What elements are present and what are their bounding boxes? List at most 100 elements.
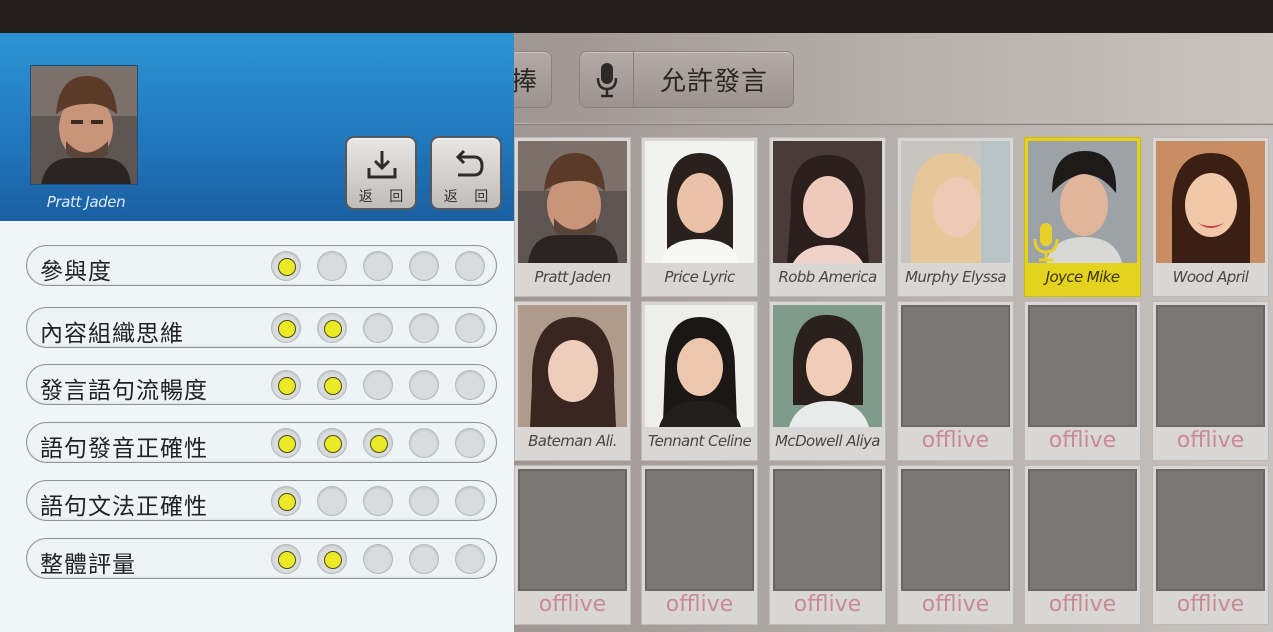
student-name: Bateman Ali. (528, 432, 617, 450)
empty-photo-slot (1156, 305, 1265, 427)
offline-status-label: offlive (921, 592, 990, 617)
rating-dot[interactable] (317, 251, 347, 281)
rating-row: 語句發音正確性 (26, 422, 497, 463)
rating-dot[interactable] (363, 251, 393, 281)
partial-toolbar-label: 捧 (511, 67, 538, 97)
rating-label: 語句文法正確性 (40, 494, 208, 520)
empty-photo-slot (518, 469, 627, 591)
rating-dot[interactable] (363, 428, 393, 458)
evaluation-panel: Pratt Jaden 返 回 返 回 參與度內容組織思維發言語句流暢度語句發音… (0, 33, 514, 632)
offline-status-label: offlive (1048, 428, 1117, 453)
rating-dot[interactable] (317, 544, 347, 574)
rating-dot[interactable] (363, 313, 393, 343)
rating-dot[interactable] (409, 313, 439, 343)
student-tile[interactable]: Pratt Jaden (514, 137, 631, 297)
microphone-icon (580, 52, 634, 107)
student-tile[interactable]: Price Lyric (641, 137, 758, 297)
rating-dot[interactable] (409, 370, 439, 400)
save-button-label: 返 回 (358, 189, 410, 205)
rating-dot[interactable] (271, 251, 301, 281)
student-name: Pratt Jaden (534, 268, 611, 286)
stage-divider (514, 123, 1273, 125)
rating-dots (271, 370, 485, 400)
student-name: Wood April (1172, 268, 1249, 286)
rating-dot[interactable] (363, 370, 393, 400)
student-tile[interactable]: Bateman Ali. (514, 301, 631, 461)
rating-dot[interactable] (455, 486, 485, 516)
student-tile[interactable]: Robb America (769, 137, 886, 297)
student-photo (518, 141, 627, 263)
empty-photo-slot (901, 469, 1010, 591)
student-tile-offline[interactable]: offlive (897, 301, 1014, 461)
rating-label: 語句發音正確性 (40, 436, 208, 462)
student-tile[interactable]: Murphy Elyssa (897, 137, 1014, 297)
offline-status-label: offlive (665, 592, 734, 617)
rating-dot[interactable] (409, 486, 439, 516)
rating-dot[interactable] (363, 486, 393, 516)
student-photo (901, 141, 1010, 263)
rating-dot[interactable] (271, 544, 301, 574)
rating-dot[interactable] (271, 486, 301, 516)
rating-dots (271, 486, 485, 516)
student-tile-offline[interactable]: offlive (514, 465, 631, 625)
student-tile-offline[interactable]: offlive (1024, 465, 1141, 625)
rating-dot[interactable] (455, 544, 485, 574)
panel-header: Pratt Jaden 返 回 返 回 (0, 33, 514, 221)
student-tile[interactable]: Wood April (1152, 137, 1269, 297)
offline-status-label: offlive (538, 592, 607, 617)
student-photo (773, 305, 882, 427)
selected-student-avatar (30, 65, 138, 185)
rating-dot[interactable] (317, 486, 347, 516)
student-name: Price Lyric (664, 268, 735, 286)
rating-row: 整體評量 (26, 538, 497, 579)
student-name: Robb America (778, 268, 877, 286)
empty-photo-slot (1028, 305, 1137, 427)
save-button[interactable]: 返 回 (345, 136, 417, 210)
rating-dot[interactable] (455, 251, 485, 281)
rating-dot[interactable] (409, 251, 439, 281)
student-name: Murphy Elyssa (905, 268, 1006, 286)
back-button[interactable]: 返 回 (430, 136, 502, 210)
student-name: McDowell Aliya (775, 432, 880, 450)
rating-dot[interactable] (409, 544, 439, 574)
allow-speak-button[interactable]: 允許發言 (579, 51, 794, 108)
rating-dot[interactable] (271, 313, 301, 343)
student-tile-offline[interactable]: offlive (1152, 301, 1269, 461)
back-button-label: 返 回 (443, 189, 495, 205)
student-tile[interactable]: McDowell Aliya (769, 301, 886, 461)
rating-label: 內容組織思維 (40, 321, 184, 347)
rating-dot[interactable] (317, 370, 347, 400)
rating-dot[interactable] (409, 428, 439, 458)
rating-label: 整體評量 (40, 552, 136, 578)
rating-dot[interactable] (455, 313, 485, 343)
student-name: Tennant Celine (647, 432, 752, 450)
rating-dot[interactable] (363, 544, 393, 574)
student-photo (1156, 141, 1265, 263)
rating-dot[interactable] (455, 370, 485, 400)
empty-photo-slot (1156, 469, 1265, 591)
top-bar (0, 0, 1273, 33)
student-tile-offline[interactable]: offlive (641, 465, 758, 625)
rating-row: 參與度 (26, 245, 497, 286)
student-tile-offline[interactable]: offlive (1152, 465, 1269, 625)
rating-dots (271, 544, 485, 574)
rating-dot[interactable] (317, 428, 347, 458)
rating-dot[interactable] (271, 370, 301, 400)
rating-row: 發言語句流暢度 (26, 364, 497, 405)
rating-dot[interactable] (271, 428, 301, 458)
rating-row: 內容組織思維 (26, 307, 497, 348)
student-tile[interactable]: Joyce Mike (1024, 137, 1141, 297)
rating-row: 語句文法正確性 (26, 480, 497, 521)
student-tile-offline[interactable]: offlive (897, 465, 1014, 625)
offline-status-label: offlive (1176, 428, 1245, 453)
empty-photo-slot (1028, 469, 1137, 591)
student-photo (773, 141, 882, 263)
selected-student-name: Pratt Jaden (46, 193, 126, 211)
student-tile-offline[interactable]: offlive (769, 465, 886, 625)
rating-dot[interactable] (455, 428, 485, 458)
student-tile[interactable]: Tennant Celine (641, 301, 758, 461)
student-photo (645, 305, 754, 427)
empty-photo-slot (901, 305, 1010, 427)
student-tile-offline[interactable]: offlive (1024, 301, 1141, 461)
rating-dot[interactable] (317, 313, 347, 343)
